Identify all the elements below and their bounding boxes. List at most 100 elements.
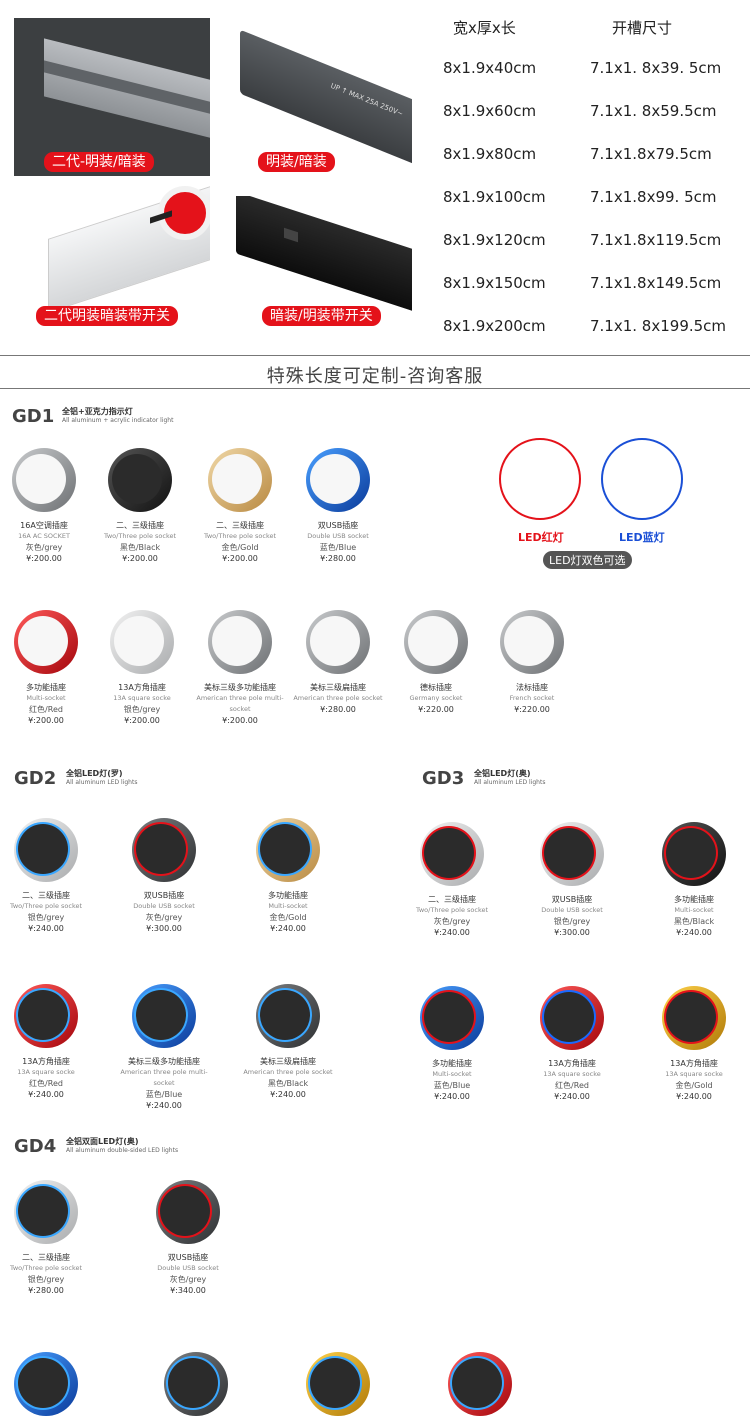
product-cn: 双USB插座 <box>317 521 359 530</box>
socket-face <box>260 824 310 874</box>
product-caption: 二、三级插座 Two/Three pole socket 银色/grey ¥:240.… <box>0 890 96 934</box>
product-price: ¥:240.00 <box>28 924 64 933</box>
product-price: ¥:240.00 <box>676 1092 712 1101</box>
product-color: 银色/grey <box>27 913 65 922</box>
product-caption: 13A方角插座 13A square socke 银色/grey ¥:200.00 <box>92 682 192 726</box>
product-en: Two/Three pole socket <box>103 532 177 540</box>
socket-face <box>408 616 458 666</box>
product-cn: 13A方角插座 <box>670 1059 718 1068</box>
socket-product-image <box>208 610 272 674</box>
product-caption: 二、三级插座 Two/Three pole socket 灰色/grey ¥:240.… <box>402 894 502 938</box>
section-code-gd1: GD1 <box>12 406 55 427</box>
product-price: ¥:280.00 <box>28 1286 64 1295</box>
socket-face <box>452 1358 502 1408</box>
socket-face <box>18 1186 68 1236</box>
led-blue-label: LED蓝灯 <box>619 531 665 544</box>
product-caption: 双USB插座 Double USB socket 灰色/grey ¥:300.00 <box>114 890 214 934</box>
product-en: Two/Three pole socket <box>9 902 83 910</box>
socket-product-image <box>208 448 272 512</box>
product-price: ¥:200.00 <box>122 554 158 563</box>
product-price: ¥:220.00 <box>514 705 550 714</box>
dim-size-cell: 8x1.9x120cm <box>443 231 546 249</box>
product-caption: 二、三级插座 Two/Three pole socket 黑色/Black ¥:200… <box>90 520 190 564</box>
product-en: Multi-socket <box>268 902 308 910</box>
product-color: 银色/grey <box>27 1275 65 1284</box>
product-caption: 美标三级扁插座 American three pole socket 黑色/Blac… <box>238 1056 338 1100</box>
socket-product-image <box>256 818 320 882</box>
socket-face <box>424 992 474 1042</box>
product-caption: 二、三级插座 Two/Three pole socket 金色/Gold ¥:200.… <box>190 520 290 564</box>
dim-size-cell: 8x1.9x200cm <box>443 317 546 335</box>
product-color: 灰色/grey <box>433 917 471 926</box>
socket-face <box>18 1358 68 1408</box>
product-price: ¥:200.00 <box>124 716 160 725</box>
dim-size-cell: 8x1.9x150cm <box>443 274 546 292</box>
socket-product-image <box>12 448 76 512</box>
socket-product-image <box>14 984 78 1048</box>
product-color: 金色/Gold <box>221 543 259 552</box>
socket-face <box>544 992 594 1042</box>
product-cn: 多功能插座 <box>432 1059 472 1068</box>
dim-slot-cell: 7.1x1. 8x199.5cm <box>590 317 727 335</box>
socket-face <box>504 616 554 666</box>
product-price: ¥:280.00 <box>320 705 356 714</box>
product-cn: 双USB插座 <box>167 1253 209 1262</box>
product-en: 13A square socke <box>113 694 171 702</box>
dim-size-cell: 8x1.9x40cm <box>443 59 537 77</box>
socket-product-image <box>306 610 370 674</box>
section-code-gd2: GD2 <box>14 768 57 789</box>
product-cn: 美标三级扁插座 <box>260 1057 316 1066</box>
socket-product-image <box>132 818 196 882</box>
socket-product-image <box>540 986 604 1050</box>
product-cn: 双USB插座 <box>143 891 185 900</box>
led-blue-indicator <box>601 438 683 520</box>
product-cn: 13A方角插座 <box>22 1057 70 1066</box>
socket-product-image <box>404 610 468 674</box>
track-photo-gen2-switch <box>30 184 210 316</box>
socket-face <box>212 454 262 504</box>
product-price: ¥:220.00 <box>418 705 454 714</box>
product-en: American three pole multi-socket <box>120 1068 208 1087</box>
socket-face <box>544 828 594 878</box>
product-caption: 多功能插座 Multi-socket 金色/Gold ¥:240.00 <box>238 890 338 934</box>
socket-product-image <box>132 984 196 1048</box>
led-red-label: LED红灯 <box>518 531 564 544</box>
product-en: French socket <box>509 694 555 702</box>
socket-product-image <box>14 1180 78 1244</box>
socket-product-image <box>662 986 726 1050</box>
product-caption: 法标插座 French socket ¥:220.00 <box>482 682 582 715</box>
product-price: ¥:280.00 <box>320 554 356 563</box>
socket-product-image <box>662 822 726 886</box>
product-price: ¥:340.00 <box>170 1286 206 1295</box>
divider <box>0 355 750 356</box>
socket-product-image <box>14 1352 78 1416</box>
product-en: Multi-socket <box>432 1070 472 1078</box>
product-cn: 13A方角插座 <box>118 683 166 692</box>
section-title-gd3: 全铝LED灯(奥) All aluminum LED lights <box>474 769 546 786</box>
product-color: 蓝色/Blue <box>319 543 357 552</box>
product-cn: 16A空调插座 <box>20 521 68 530</box>
socket-product-image <box>306 448 370 512</box>
divider <box>0 388 750 389</box>
product-en: Multi-socket <box>26 694 66 702</box>
dim-size-cell: 8x1.9x80cm <box>443 145 537 163</box>
product-en: Double USB socket <box>133 902 195 910</box>
product-color: 灰色/grey <box>145 913 183 922</box>
product-color: 红色/Red <box>29 1079 63 1088</box>
product-en: American three pole multi-socket <box>196 694 284 713</box>
product-color: 红色/Red <box>29 705 63 714</box>
product-cn: 法标插座 <box>516 683 548 692</box>
socket-face <box>18 824 68 874</box>
socket-face <box>168 1358 218 1408</box>
dim-slot-cell: 7.1x1.8x79.5cm <box>590 145 712 163</box>
product-color: 黑色/Black <box>673 917 715 926</box>
section-title-gd1: 全铝+亚克力指示灯 All aluminum + acrylic indicato… <box>62 407 174 424</box>
product-price: ¥:240.00 <box>146 1101 182 1110</box>
product-price: ¥:240.00 <box>554 1092 590 1101</box>
socket-product-image <box>108 448 172 512</box>
socket-product-image <box>156 1180 220 1244</box>
socket-product-image <box>420 986 484 1050</box>
product-price: ¥:240.00 <box>676 928 712 937</box>
product-color: 灰色/grey <box>169 1275 207 1284</box>
product-color: 金色/Gold <box>269 913 307 922</box>
